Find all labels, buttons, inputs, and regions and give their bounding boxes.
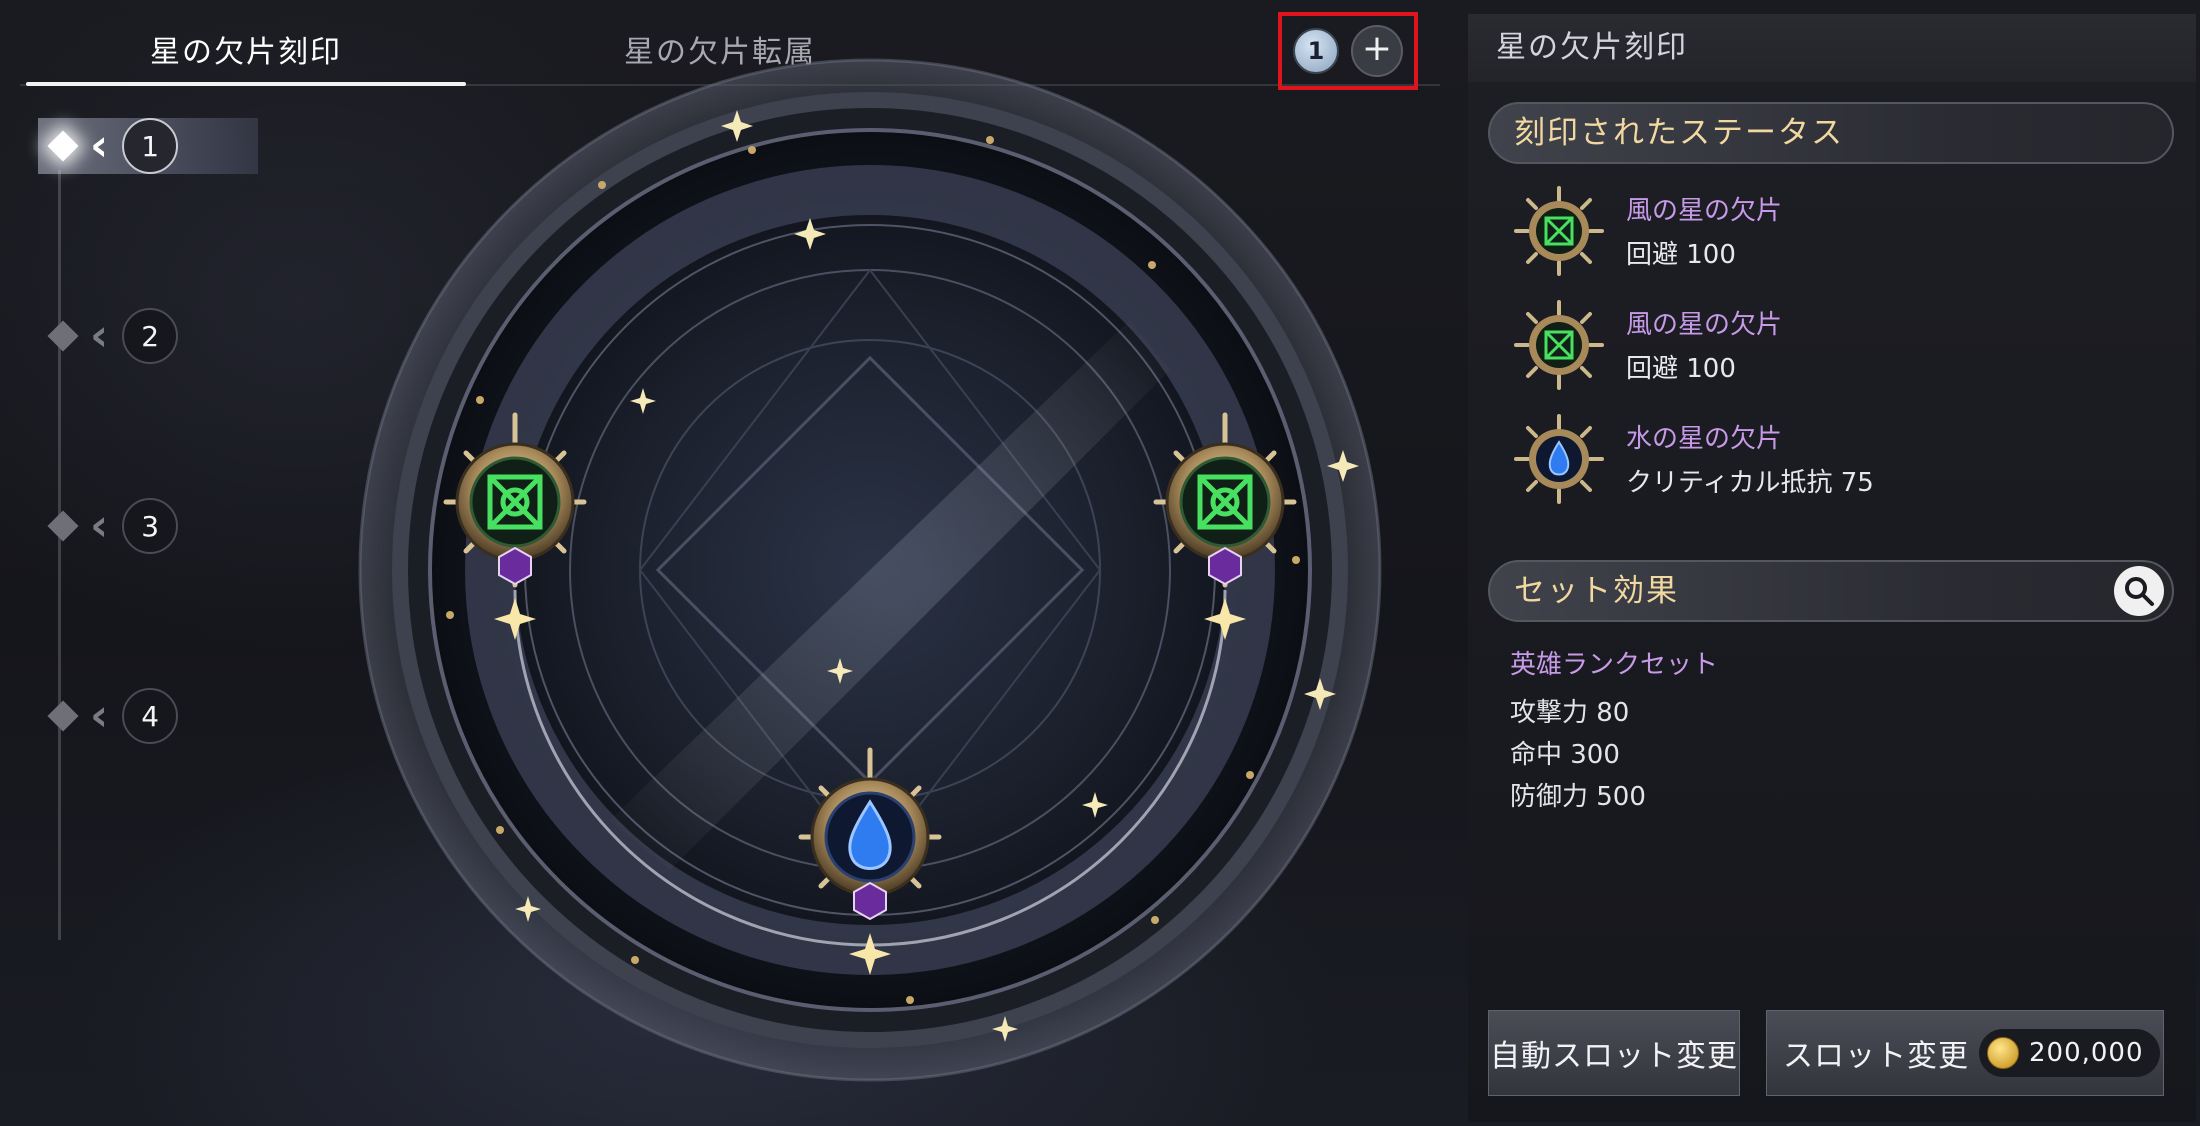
wind-shard-icon <box>1514 186 1604 276</box>
slot-3[interactable]: ‹ 3 <box>38 498 258 554</box>
chevron-left-icon: ‹ <box>90 500 109 551</box>
slot-1[interactable]: ‹ 1 <box>38 118 258 174</box>
chevron-left-icon: ‹ <box>90 310 109 361</box>
rank-gem-icon <box>853 881 887 921</box>
star-diamond-icon <box>47 130 79 162</box>
slot-change-button[interactable]: スロット変更 200,000 <box>1766 1010 2164 1096</box>
rank-gem-icon <box>1208 546 1242 586</box>
diamond-icon <box>47 700 79 732</box>
shard-stat: 回避 100 <box>1626 354 1736 384</box>
engraved-entry: 風の星の欠片 回避 100 <box>1514 186 2154 286</box>
shard-stat: クリティカル抵抗 75 <box>1626 468 1874 498</box>
slot-track <box>58 170 61 940</box>
cost-badge: 200,000 <box>1979 1029 2160 1077</box>
slot-2[interactable]: ‹ 2 <box>38 308 258 364</box>
slot-number: 2 <box>122 308 179 364</box>
info-panel: 星の欠片刻印 刻印されたステータス 風の星の欠片 回避 100 風の星の欠片 回… <box>1468 14 2196 1122</box>
wind-shard-icon <box>1514 300 1604 390</box>
set-effect-line: 攻撃力 80 <box>1510 698 1630 728</box>
auto-slot-change-button[interactable]: 自動スロット変更 <box>1488 1010 1740 1096</box>
engraved-entry: 風の星の欠片 回避 100 <box>1514 300 2154 400</box>
cost-amount: 200,000 <box>2029 1038 2144 1068</box>
water-shard-icon <box>1514 414 1604 504</box>
gold-coin-icon <box>1987 1037 2019 1069</box>
diamond-icon <box>47 510 79 542</box>
set-effect-line: 命中 300 <box>1510 740 1620 770</box>
panel-title: 星の欠片刻印 <box>1468 14 2196 82</box>
slot-number: 1 <box>122 118 179 174</box>
star-chart <box>300 40 1440 1120</box>
slot-number: 3 <box>122 498 179 554</box>
rank-gem-icon <box>498 546 532 586</box>
slot-number: 4 <box>122 688 179 744</box>
search-icon <box>2125 577 2154 606</box>
set-effect-header: セット効果 <box>1488 560 2174 622</box>
engraved-entry: 水の星の欠片 クリティカル抵抗 75 <box>1514 414 2154 514</box>
slot-4[interactable]: ‹ 4 <box>38 688 258 744</box>
chevron-left-icon: ‹ <box>90 120 109 171</box>
shard-name: 風の星の欠片 <box>1626 310 1783 340</box>
diamond-icon <box>47 320 79 352</box>
slot-change-label: スロット変更 <box>1783 1039 1969 1074</box>
shard-name: 水の星の欠片 <box>1626 424 1783 454</box>
set-effect-line: 防御力 500 <box>1510 782 1646 812</box>
shard-name: 風の星の欠片 <box>1626 196 1783 226</box>
set-name: 英雄ランクセット <box>1510 650 1719 680</box>
chevron-left-icon: ‹ <box>90 690 109 741</box>
set-effect-title: セット効果 <box>1514 573 1679 609</box>
shard-stat: 回避 100 <box>1626 240 1736 270</box>
set-effect-search-button[interactable] <box>2114 566 2164 616</box>
engraved-status-header: 刻印されたステータス <box>1488 102 2174 164</box>
